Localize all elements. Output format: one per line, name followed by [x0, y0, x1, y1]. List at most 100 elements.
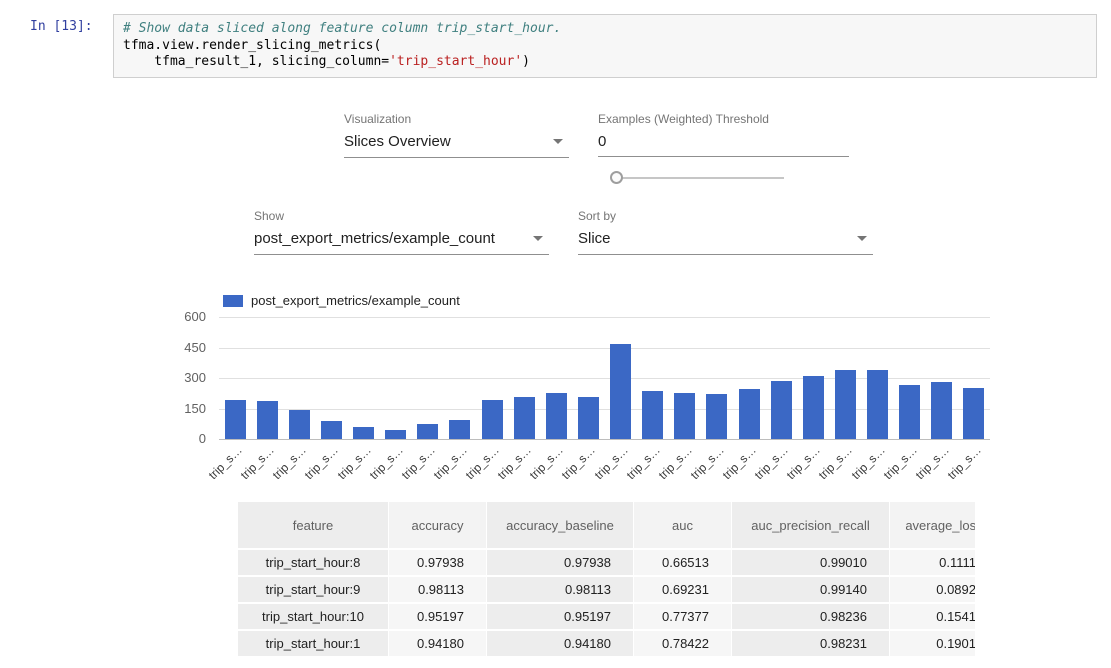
- metric-cell: 0.99010: [732, 550, 889, 575]
- column-header[interactable]: average_loss: [890, 502, 975, 548]
- bar[interactable]: [385, 430, 406, 439]
- show-value-row[interactable]: post_export_metrics/example_count: [254, 230, 549, 255]
- metric-cell: 0.1111: [890, 550, 975, 575]
- table-row: trip_start_hour:100.951970.951970.773770…: [238, 604, 975, 629]
- metric-cell: 0.94180: [487, 631, 633, 656]
- bar[interactable]: [257, 401, 278, 439]
- bar[interactable]: [706, 394, 727, 439]
- bar[interactable]: [353, 427, 374, 439]
- metrics-table: featureaccuracyaccuracy_baselineaucauc_p…: [237, 500, 975, 668]
- slider-track[interactable]: [617, 177, 784, 179]
- chevron-down-icon[interactable]: [533, 236, 543, 241]
- metric-cell: 0.98113: [487, 577, 633, 602]
- bar[interactable]: [867, 370, 888, 439]
- metric-cell: 0.97938: [389, 550, 486, 575]
- metric-cell: 0.94180: [389, 631, 486, 656]
- show-metric-dropdown[interactable]: Show post_export_metrics/example_count: [254, 209, 549, 255]
- code-editor[interactable]: # Show data sliced along feature column …: [113, 14, 1097, 78]
- slider-handle[interactable]: [610, 171, 623, 184]
- bar[interactable]: [963, 388, 984, 439]
- bar[interactable]: [642, 391, 663, 439]
- bar-chart-plot: [219, 317, 990, 439]
- metric-cell: 0.66513: [634, 550, 731, 575]
- visualization-value-row[interactable]: Slices Overview: [344, 133, 569, 158]
- metric-cell: 0.78422: [634, 631, 731, 656]
- metric-cell: 0.1901: [890, 631, 975, 656]
- metric-cell: 0.95197: [389, 604, 486, 629]
- threshold-label: Examples (Weighted) Threshold: [598, 112, 849, 126]
- table-row: trip_start_hour:90.981130.981130.692310.…: [238, 577, 975, 602]
- visualization-label: Visualization: [344, 112, 569, 126]
- code-segment: ): [522, 54, 530, 69]
- y-axis: 0150300450600: [146, 317, 206, 440]
- chevron-down-icon[interactable]: [553, 139, 563, 144]
- table-row: trip_start_hour:80.979380.979380.665130.…: [238, 550, 975, 575]
- table-header-row: featureaccuracyaccuracy_baselineaucauc_p…: [238, 502, 975, 548]
- y-axis-tick-label: 600: [184, 309, 206, 325]
- bar[interactable]: [610, 344, 631, 439]
- metric-cell: 0.77377: [634, 604, 731, 629]
- metric-cell: 0.1541: [890, 604, 975, 629]
- bar[interactable]: [321, 421, 342, 439]
- feature-cell: trip_start_hour:9: [238, 577, 388, 602]
- column-header[interactable]: accuracy: [389, 502, 486, 548]
- threshold-input[interactable]: [598, 133, 849, 157]
- show-selected-value: post_export_metrics/example_count: [254, 230, 495, 247]
- metrics-table-grid: featureaccuracyaccuracy_baselineaucauc_p…: [237, 500, 975, 658]
- visualization-selected-value: Slices Overview: [344, 133, 451, 150]
- column-header[interactable]: auc_precision_recall: [732, 502, 889, 548]
- sort-by-value-row[interactable]: Slice: [578, 230, 873, 255]
- threshold-control: Examples (Weighted) Threshold: [598, 112, 849, 157]
- threshold-slider[interactable]: [610, 171, 786, 184]
- metric-cell: 0.95197: [487, 604, 633, 629]
- feature-cell: trip_start_hour:8: [238, 550, 388, 575]
- sort-by-label: Sort by: [578, 209, 873, 223]
- metric-cell: 0.97938: [487, 550, 633, 575]
- chart-legend: post_export_metrics/example_count: [223, 293, 460, 308]
- sort-by-selected-value: Slice: [578, 230, 611, 247]
- bar[interactable]: [417, 424, 438, 439]
- bar[interactable]: [482, 400, 503, 439]
- bar[interactable]: [674, 393, 695, 439]
- code-line: tfma.view.render_slicing_metrics(: [123, 38, 1087, 55]
- y-axis-tick-label: 150: [184, 401, 206, 417]
- chevron-down-icon[interactable]: [857, 236, 867, 241]
- bar[interactable]: [225, 400, 246, 439]
- metric-cell: 0.98231: [732, 631, 889, 656]
- cell-prompt: In [13]:: [30, 19, 93, 34]
- column-header[interactable]: auc: [634, 502, 731, 548]
- y-axis-tick-label: 0: [199, 431, 206, 447]
- code-line: # Show data sliced along feature column …: [123, 21, 1087, 38]
- bar[interactable]: [578, 397, 599, 439]
- bar[interactable]: [739, 389, 760, 439]
- x-axis: trip_s…trip_s…trip_s…trip_s…trip_s…trip_…: [219, 443, 990, 488]
- legend-swatch: [223, 295, 243, 307]
- bar[interactable]: [546, 393, 567, 439]
- bar[interactable]: [835, 370, 856, 439]
- legend-label: post_export_metrics/example_count: [251, 293, 460, 308]
- column-header[interactable]: accuracy_baseline: [487, 502, 633, 548]
- sort-by-dropdown[interactable]: Sort by Slice: [578, 209, 873, 255]
- table-row: trip_start_hour:10.941800.941800.784220.…: [238, 631, 975, 656]
- y-axis-tick-label: 300: [184, 370, 206, 386]
- feature-cell: trip_start_hour:10: [238, 604, 388, 629]
- code-string: 'trip_start_hour': [389, 54, 522, 69]
- gridline: [219, 439, 990, 440]
- visualization-dropdown[interactable]: Visualization Slices Overview: [344, 112, 569, 158]
- bar[interactable]: [771, 381, 792, 439]
- feature-cell: trip_start_hour:1: [238, 631, 388, 656]
- bar[interactable]: [449, 420, 470, 439]
- bar[interactable]: [899, 385, 920, 439]
- column-header[interactable]: feature: [238, 502, 388, 548]
- bar[interactable]: [289, 410, 310, 439]
- bar[interactable]: [803, 376, 824, 439]
- bar[interactable]: [931, 382, 952, 439]
- bar[interactable]: [514, 397, 535, 439]
- code-comment: # Show data sliced along feature column …: [123, 21, 561, 36]
- code-line: tfma_result_1, slicing_column='trip_star…: [123, 54, 1087, 71]
- jupyter-notebook-page: In [13]: # Show data sliced along featur…: [0, 0, 1111, 668]
- y-axis-tick-label: 450: [184, 340, 206, 356]
- metric-cell: 0.98113: [389, 577, 486, 602]
- metric-cell: 0.98236: [732, 604, 889, 629]
- show-label: Show: [254, 209, 549, 223]
